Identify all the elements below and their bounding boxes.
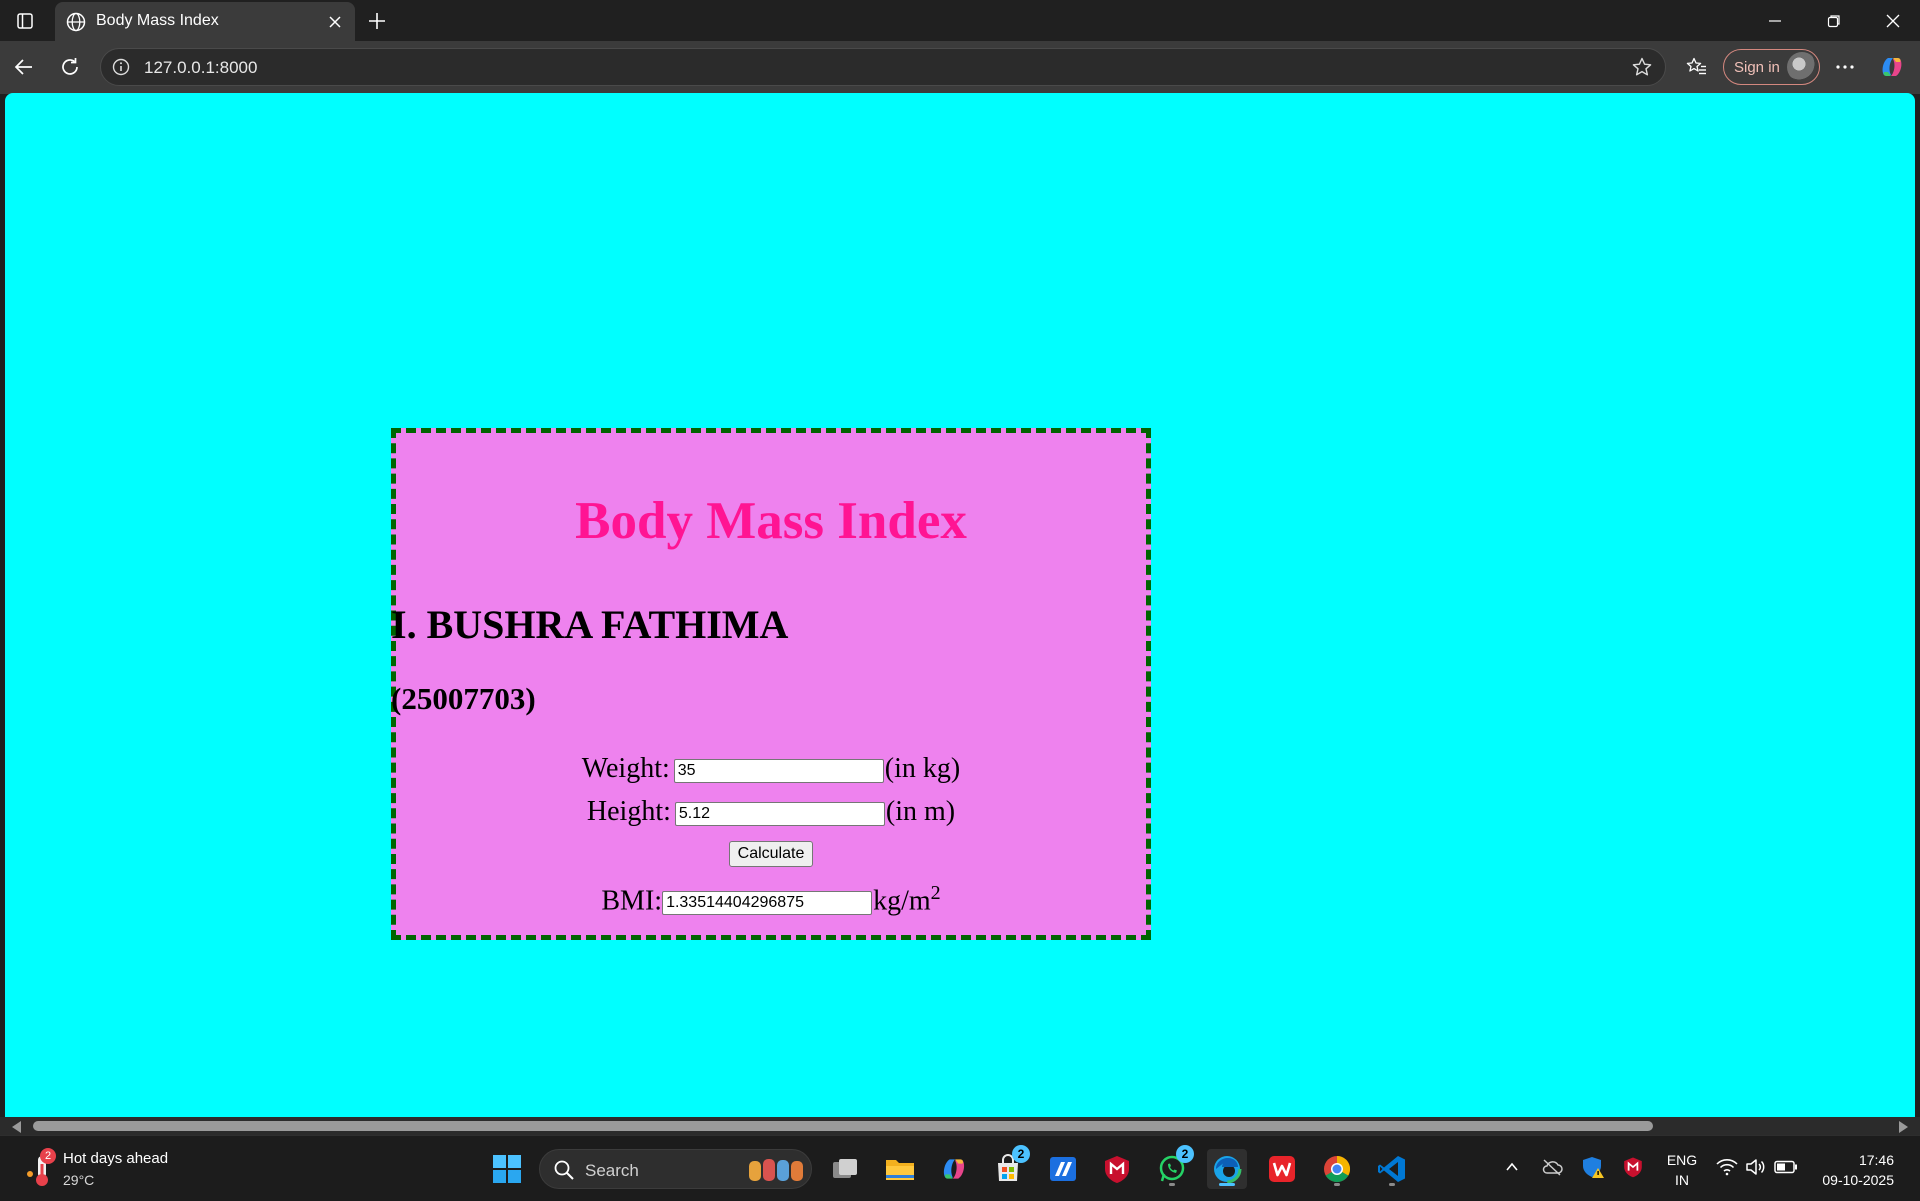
sign-in-button[interactable]: Sign in <box>1723 49 1820 85</box>
more-icon[interactable] <box>1830 52 1860 82</box>
restore-icon[interactable] <box>1806 0 1861 41</box>
browser-tab[interactable]: Body Mass Index <box>55 2 355 41</box>
active-indicator <box>1219 1183 1235 1186</box>
wps-office-icon[interactable] <box>1262 1149 1302 1189</box>
windows-icon <box>493 1155 521 1183</box>
new-tab-plus-icon[interactable] <box>362 6 392 36</box>
chevron-up-icon[interactable] <box>1499 1154 1525 1180</box>
taskbar-search[interactable]: Search <box>539 1149 812 1189</box>
volume-icon[interactable] <box>1743 1154 1769 1180</box>
browser-toolbar: 127.0.0.1:8000 Sign in <box>0 41 1920 94</box>
student-name: I. BUSHRA FATHIMA <box>391 602 789 647</box>
address-bar[interactable]: 127.0.0.1:8000 <box>100 48 1666 86</box>
language-code: ENG <box>1666 1152 1698 1168</box>
vscode-icon[interactable] <box>1372 1149 1412 1189</box>
wifi-icon[interactable] <box>1714 1154 1740 1180</box>
whatsapp-icon[interactable]: 2 <box>1152 1145 1194 1189</box>
scroll-left-arrow-icon[interactable] <box>12 1121 21 1133</box>
zoho-app-icon[interactable] <box>1043 1149 1083 1189</box>
store-badge: 2 <box>1012 1145 1030 1163</box>
calculate-button[interactable]: Calculate <box>728 841 814 867</box>
bmi-card: Body Mass Index I. BUSHRA FATHIMA (25007… <box>391 428 1151 940</box>
microsoft-store-icon[interactable]: 2 <box>988 1145 1030 1189</box>
scrollbar-thumb[interactable] <box>33 1121 1653 1131</box>
copilot-icon[interactable] <box>1877 52 1907 82</box>
refresh-icon[interactable] <box>52 49 88 85</box>
close-tab-icon[interactable] <box>323 10 347 34</box>
bmi-unit-exponent: 2 <box>930 882 941 904</box>
security-warning-icon[interactable] <box>1580 1154 1606 1180</box>
star-icon[interactable] <box>1631 56 1653 78</box>
clock-time: 17:46 <box>1858 1152 1894 1168</box>
clock[interactable]: 17:46 09-10-2025 <box>1808 1150 1894 1190</box>
language-indicator[interactable]: ENG IN <box>1664 1150 1700 1190</box>
avatar <box>1787 52 1817 82</box>
close-window-icon[interactable] <box>1865 0 1920 41</box>
bmi-output[interactable] <box>662 890 873 915</box>
url-text[interactable]: 127.0.0.1:8000 <box>144 58 257 78</box>
chrome-icon[interactable] <box>1317 1149 1357 1189</box>
battery-icon[interactable] <box>1773 1154 1799 1180</box>
mcafee-icon[interactable] <box>1097 1149 1137 1189</box>
search-icon <box>553 1159 575 1186</box>
favorites-icon[interactable] <box>1682 52 1712 82</box>
running-indicator <box>1169 1183 1175 1186</box>
calculate-row: Calculate <box>396 836 1146 867</box>
edge-icon[interactable] <box>1207 1149 1247 1189</box>
search-highlight-icon <box>747 1157 807 1188</box>
whatsapp-badge: 2 <box>1176 1145 1194 1163</box>
clock-date: 09-10-2025 <box>1822 1172 1894 1188</box>
weather-title: Hot days ahead <box>63 1150 169 1167</box>
scroll-right-arrow-icon[interactable] <box>1899 1121 1908 1133</box>
weight-input[interactable] <box>673 758 884 783</box>
horizontal-scrollbar[interactable] <box>0 1117 1920 1135</box>
student-id: (25007703) <box>391 681 536 716</box>
bmi-row: BMI: kg/m2 <box>396 883 1146 915</box>
weight-row: Weight: (in kg) <box>396 755 1146 783</box>
mcafee-tray-icon[interactable] <box>1620 1154 1646 1180</box>
tab-strip: Body Mass Index <box>0 0 1920 41</box>
bmi-unit: kg/m <box>873 885 931 917</box>
height-label: Height: <box>586 796 671 827</box>
task-view-icon[interactable] <box>825 1149 865 1189</box>
bmi-label: BMI: <box>601 885 663 917</box>
height-row: Height: (in m) <box>396 798 1146 826</box>
sign-in-label: Sign in <box>1734 59 1780 76</box>
height-input[interactable] <box>674 801 885 826</box>
region-code: IN <box>1675 1172 1689 1188</box>
file-explorer-icon[interactable] <box>880 1149 920 1189</box>
running-indicator <box>1334 1183 1340 1186</box>
taskbar: 2 Hot days ahead 29°C Search 2 2 ENG IN … <box>0 1135 1920 1201</box>
weather-badge: 2 <box>40 1148 56 1164</box>
globe-icon <box>65 11 87 33</box>
start-button[interactable] <box>487 1149 527 1189</box>
height-unit: (in m) <box>885 796 956 827</box>
page-title: Body Mass Index <box>575 492 967 550</box>
running-indicator <box>1389 1183 1395 1186</box>
search-label: Search <box>585 1161 639 1180</box>
minimize-icon[interactable] <box>1747 0 1802 41</box>
copilot-app-icon[interactable] <box>934 1149 974 1189</box>
info-icon[interactable] <box>111 57 131 77</box>
weight-unit: (in kg) <box>884 753 961 784</box>
weight-label: Weight: <box>581 753 670 784</box>
weather-temp: 29°C <box>63 1172 95 1188</box>
cloud-offline-icon[interactable] <box>1539 1154 1565 1180</box>
page-viewport: Body Mass Index I. BUSHRA FATHIMA (25007… <box>5 93 1915 1117</box>
tab-title: Body Mass Index <box>96 12 219 29</box>
tab-actions-icon[interactable] <box>10 8 40 34</box>
back-icon[interactable] <box>6 49 42 85</box>
